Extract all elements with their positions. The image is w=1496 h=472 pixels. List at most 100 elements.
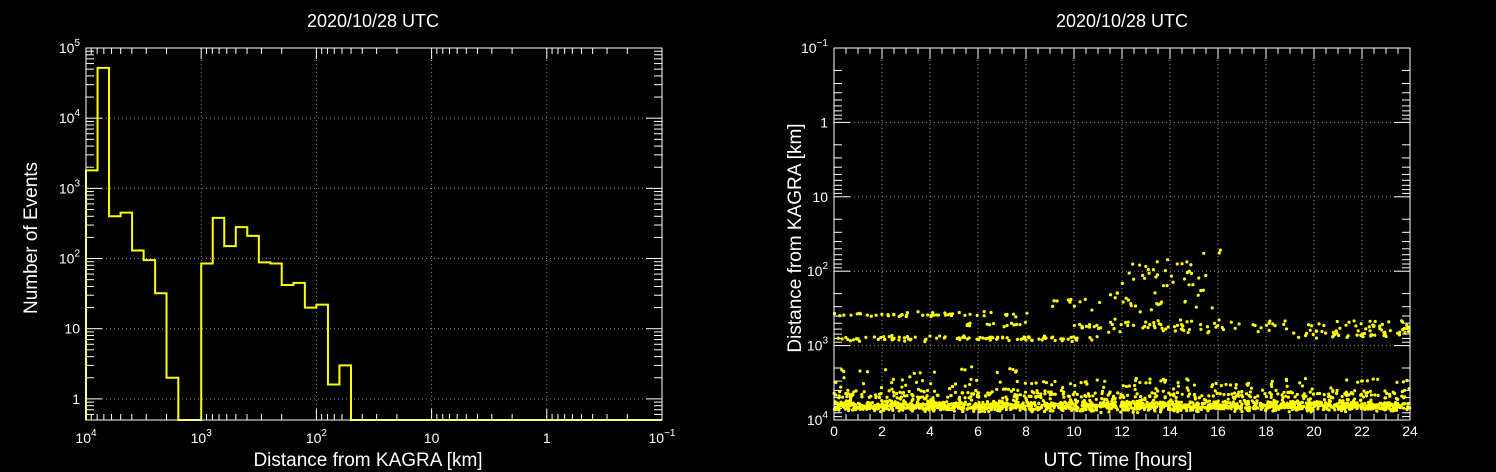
scatter-point — [1126, 298, 1130, 302]
scatter-point — [1309, 406, 1313, 410]
scatter-x-tick-label: 6 — [974, 423, 982, 439]
scatter-point — [866, 404, 870, 408]
scatter-point — [1139, 394, 1143, 399]
scatter-point — [1388, 329, 1392, 333]
scatter-point — [1264, 394, 1268, 399]
scatter-point — [1224, 382, 1228, 387]
scatter-point — [1091, 408, 1096, 412]
scatter-point — [1325, 406, 1329, 410]
scatter-point — [915, 395, 920, 399]
histogram-x-tick-label: 10 — [424, 430, 440, 446]
scatter-point — [913, 335, 917, 339]
scatter-point — [1283, 319, 1287, 323]
scatter-point — [1154, 387, 1158, 391]
scatter-x-tick-label: 14 — [1162, 423, 1178, 439]
scatter-point — [961, 391, 965, 395]
scatter-point — [1322, 405, 1326, 409]
scatter-point — [985, 336, 989, 340]
scatter-point — [1003, 402, 1007, 406]
scatter-point — [1305, 406, 1309, 411]
scatter-point — [1053, 392, 1057, 396]
scatter-point — [981, 404, 985, 408]
scatter-point — [890, 338, 894, 342]
scatter-point — [1274, 388, 1278, 393]
scatter-point — [1217, 403, 1221, 407]
scatter-point — [846, 408, 851, 413]
scatter-point — [1267, 321, 1271, 325]
scatter-point — [1293, 395, 1297, 399]
scatter-point — [1186, 394, 1190, 398]
scatter-point — [1343, 410, 1348, 414]
scatter-point — [1219, 384, 1223, 388]
scatter-point — [920, 395, 925, 399]
scatter-point — [1284, 327, 1289, 331]
histogram-y-tick-label: 103 — [59, 178, 81, 196]
scatter-point — [1083, 297, 1087, 302]
scatter-point — [877, 392, 881, 396]
scatter-x-tick-label: 20 — [1306, 423, 1322, 439]
histogram-y-tick-label: 1 — [72, 391, 80, 407]
scatter-point — [1035, 389, 1039, 393]
histogram-x-tick-label: 102 — [306, 428, 328, 446]
scatter-point — [1079, 381, 1083, 385]
scatter-point — [1155, 273, 1160, 277]
scatter-point — [1210, 385, 1214, 389]
scatter-point — [892, 394, 896, 398]
scatter-point — [1081, 409, 1085, 413]
scatter-point — [990, 390, 994, 394]
scatter-point — [1244, 392, 1249, 396]
scatter-point — [1398, 330, 1402, 334]
scatter-point — [995, 387, 999, 391]
scatter-point — [1048, 408, 1053, 412]
scatter-point — [1133, 304, 1138, 308]
scatter-point — [851, 393, 855, 397]
scatter-point — [957, 401, 961, 405]
scatter-point — [1187, 269, 1191, 273]
scatter-point — [1362, 389, 1366, 393]
scatter-point — [978, 335, 982, 340]
scatter-point — [904, 406, 908, 410]
scatter-point — [1084, 380, 1088, 384]
scatter-x-tick-label: 2 — [878, 423, 886, 439]
scatter-point — [1329, 405, 1333, 409]
scatter-point — [868, 401, 872, 405]
scatter-point — [1109, 403, 1113, 407]
scatter-point — [1234, 406, 1238, 410]
scatter-point — [1161, 284, 1166, 288]
scatter-point — [1311, 332, 1315, 337]
scatter-point — [1107, 330, 1111, 334]
scatter-point — [1148, 381, 1152, 385]
scatter-point — [1089, 404, 1093, 409]
scatter-point — [857, 402, 862, 406]
scatter-point — [1335, 388, 1339, 393]
scatter-point — [1353, 389, 1357, 393]
scatter-point — [1113, 317, 1117, 321]
scatter-point — [840, 368, 844, 372]
scatter-point — [836, 336, 840, 340]
scatter-point — [895, 391, 899, 396]
scatter-point — [950, 384, 955, 389]
scatter-point — [920, 379, 925, 383]
scatter-point — [1200, 401, 1204, 405]
scatter-point — [1361, 395, 1366, 399]
scatter-point — [1214, 325, 1218, 329]
scatter-point — [1217, 406, 1221, 410]
scatter-point — [1157, 322, 1161, 326]
scatter-point — [1064, 406, 1068, 410]
scatter-point — [1060, 386, 1065, 390]
scatter-point — [879, 386, 884, 390]
scatter-point — [1014, 370, 1018, 374]
scatter-point — [1075, 336, 1079, 340]
scatter-point — [1345, 335, 1349, 340]
scatter-point — [1066, 337, 1070, 341]
scatter-point — [1146, 408, 1151, 412]
scatter-point — [1260, 388, 1265, 392]
scatter-point — [1210, 402, 1214, 407]
scatter-point — [1022, 335, 1026, 339]
scatter-point — [1197, 396, 1201, 400]
scatter-point — [1334, 391, 1339, 396]
scatter-point — [953, 382, 958, 386]
scatter-point — [1403, 330, 1407, 334]
scatter-point — [1292, 400, 1296, 404]
scatter-point — [843, 407, 848, 411]
